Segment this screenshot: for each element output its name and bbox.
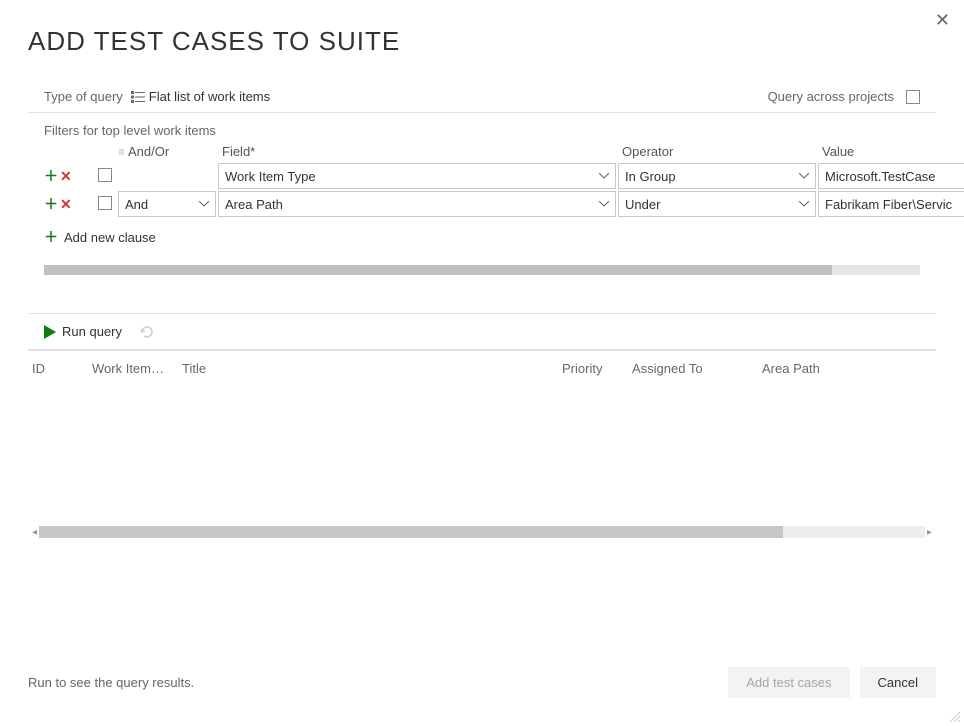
filter-header-row: ≡ And/Or Field* Operator Value <box>44 144 920 163</box>
page-title: ADD TEST CASES TO SUITE <box>28 26 936 57</box>
play-icon <box>44 325 56 339</box>
flat-list-icon <box>131 91 145 103</box>
footer-actions: Add test cases Cancel <box>728 667 936 698</box>
col-header-value: Value <box>818 144 964 159</box>
chevron-down-icon <box>199 201 209 207</box>
plus-icon: ＋ <box>44 227 58 247</box>
results-horizontal-scrollbar[interactable]: ◂ ▸ <box>28 524 936 540</box>
filter-row: ＋ ✕ Work Item Type In Group Microsoft.Te… <box>44 163 920 189</box>
results-grid-header: ID Work Item… Title Priority Assigned To… <box>28 350 936 386</box>
dialog: ✕ ADD TEST CASES TO SUITE Type of query … <box>0 0 964 726</box>
query-header: Type of query Flat list of work items Qu… <box>28 81 936 113</box>
chevron-down-icon <box>599 173 609 179</box>
scrollbar-thumb[interactable] <box>39 526 783 538</box>
footer-message: Run to see the query results. <box>28 675 194 690</box>
field-text: Work Item Type <box>225 169 316 184</box>
filter-row: ＋ ✕ And Area Path Under Fabrikam Fiber\S… <box>44 191 920 217</box>
query-across-projects[interactable]: Query across projects <box>768 89 920 104</box>
scroll-right-arrow-icon[interactable]: ▸ <box>925 527 934 538</box>
across-projects-checkbox[interactable] <box>906 90 920 104</box>
scroll-left-arrow-icon[interactable]: ◂ <box>30 527 39 538</box>
add-new-clause-button[interactable]: ＋ Add new clause <box>28 219 936 265</box>
run-query-label: Run query <box>62 324 122 339</box>
field-select[interactable]: Area Path <box>218 191 616 217</box>
dialog-footer: Run to see the query results. Add test c… <box>28 647 936 706</box>
col-priority[interactable]: Priority <box>562 361 632 376</box>
operator-text: In Group <box>625 169 676 184</box>
add-row-icon[interactable]: ＋ <box>44 194 58 214</box>
col-id[interactable]: ID <box>32 361 92 376</box>
scrollbar-thumb[interactable] <box>44 265 832 275</box>
across-projects-label: Query across projects <box>768 89 894 104</box>
filter-table: ≡ And/Or Field* Operator Value ＋ ✕ Work … <box>28 144 936 219</box>
col-header-field: Field* <box>218 144 618 159</box>
row-checkbox[interactable] <box>98 168 112 182</box>
query-type-label: Type of query <box>44 89 123 104</box>
value-select[interactable]: Fabrikam Fiber\Servic <box>818 191 964 217</box>
col-work-item[interactable]: Work Item… <box>92 361 182 376</box>
col-header-andor: And/Or <box>128 144 169 159</box>
andor-text: And <box>125 197 148 212</box>
results-grid-body <box>28 386 936 524</box>
col-title[interactable]: Title <box>182 361 562 376</box>
col-header-operator: Operator <box>618 144 818 159</box>
resize-grip-icon[interactable] <box>948 710 960 722</box>
query-type: Type of query Flat list of work items <box>44 89 270 104</box>
field-text: Area Path <box>225 197 283 212</box>
query-type-value[interactable]: Flat list of work items <box>131 89 270 104</box>
close-icon[interactable]: ✕ <box>935 10 950 31</box>
col-assigned-to[interactable]: Assigned To <box>632 361 762 376</box>
add-row-icon[interactable]: ＋ <box>44 166 58 186</box>
scrollbar-track[interactable] <box>39 526 925 538</box>
value-text: Fabrikam Fiber\Servic <box>825 197 952 212</box>
query-type-text: Flat list of work items <box>149 89 270 104</box>
add-test-cases-button[interactable]: Add test cases <box>728 667 849 698</box>
operator-select[interactable]: In Group <box>618 163 816 189</box>
refresh-icon[interactable] <box>140 325 156 339</box>
filters-section-label: Filters for top level work items <box>28 113 936 144</box>
operator-select[interactable]: Under <box>618 191 816 217</box>
row-checkbox[interactable] <box>98 196 112 210</box>
col-area-path[interactable]: Area Path <box>762 361 932 376</box>
results-toolbar-area: Run query <box>28 313 936 350</box>
filter-horizontal-scrollbar[interactable] <box>44 265 920 275</box>
chevron-down-icon <box>799 201 809 207</box>
chevron-down-icon <box>599 201 609 207</box>
operator-text: Under <box>625 197 660 212</box>
value-select[interactable]: Microsoft.TestCase <box>818 163 964 189</box>
results-toolbar: Run query <box>28 314 936 349</box>
remove-row-icon[interactable]: ✕ <box>60 168 72 185</box>
remove-row-icon[interactable]: ✕ <box>60 196 72 213</box>
field-select[interactable]: Work Item Type <box>218 163 616 189</box>
run-query-button[interactable]: Run query <box>44 324 122 339</box>
cancel-button[interactable]: Cancel <box>860 667 936 698</box>
andor-select[interactable]: And <box>118 191 216 217</box>
group-lines-icon: ≡ <box>118 146 124 158</box>
chevron-down-icon <box>799 173 809 179</box>
value-text: Microsoft.TestCase <box>825 169 936 184</box>
add-clause-label: Add new clause <box>64 230 156 245</box>
